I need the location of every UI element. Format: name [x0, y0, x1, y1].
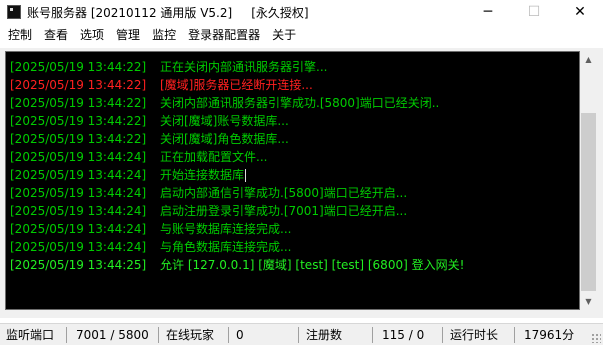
log-timestamp: [2025/05/19 13:44:22] — [10, 114, 147, 128]
log-message: 开始连接数据库 — [160, 166, 247, 184]
log-message: 关闭[魔域]角色数据库... — [160, 132, 289, 146]
maximize-icon: ☐ — [527, 4, 541, 20]
log-message-text: 开始连接数据库 — [160, 168, 245, 182]
log-message: 关闭内部通讯服务器引擎成功.[5800]端口已经关闭.. — [160, 96, 440, 110]
window-controls: ─ ☐ ✕ — [465, 0, 603, 24]
status-divider — [514, 327, 515, 343]
window-title: 账号服务器 [20210112 通用版 V5.2] [永久授权] — [27, 5, 309, 20]
log-line: [2025/05/19 13:44:22] [魔域]服务器已经断开连接... — [6, 76, 579, 94]
status-port-value: 7001 / 5800 — [76, 328, 149, 342]
menu-control[interactable]: 控制 — [8, 24, 32, 46]
log-message: 与角色数据库连接完成... — [160, 240, 292, 254]
status-divider — [158, 327, 159, 343]
status-divider — [66, 327, 67, 343]
menu-login-configurator[interactable]: 登录器配置器 — [188, 24, 260, 46]
minimize-button[interactable]: ─ — [465, 0, 511, 24]
menu-manage[interactable]: 管理 — [116, 24, 140, 46]
status-divider — [298, 327, 299, 343]
status-online-label: 在线玩家 — [166, 328, 215, 342]
scroll-up-arrow-icon: ▲ — [585, 55, 592, 64]
log-line: [2025/05/19 13:44:24] 开始连接数据库 — [6, 166, 579, 184]
status-online-value: 0 — [236, 328, 244, 342]
log-timestamp: [2025/05/19 13:44:24] — [10, 150, 147, 164]
scroll-down-button[interactable]: ▼ — [580, 293, 597, 310]
log-timestamp: [2025/05/19 13:44:24] — [10, 186, 147, 200]
log-timestamp: [2025/05/19 13:44:25] — [10, 258, 147, 272]
log-line: [2025/05/19 13:44:24] 与账号数据库连接完成... — [6, 220, 579, 238]
log-timestamp: [2025/05/19 13:44:24] — [10, 240, 147, 254]
log-message: 与账号数据库连接完成... — [160, 222, 292, 236]
scroll-down-arrow-icon: ▼ — [585, 297, 592, 306]
vertical-scrollbar[interactable]: ▲ ▼ — [580, 51, 597, 310]
minimize-icon: ─ — [483, 4, 493, 20]
log-line: [2025/05/19 13:44:22] 关闭[魔域]账号数据库... — [6, 112, 579, 130]
maximize-button[interactable]: ☐ — [511, 0, 557, 24]
log-timestamp: [2025/05/19 13:44:24] — [10, 204, 147, 218]
log-line: [2025/05/19 13:44:24] 启动内部通信引擎成功.[5800]端… — [6, 184, 579, 202]
status-reg-label: 注册数 — [306, 328, 343, 342]
menu-about[interactable]: 关于 — [272, 24, 296, 46]
log-message: 允许 [127.0.0.1] [魔域] [test] [test] [6800]… — [160, 258, 465, 272]
log-timestamp: [2025/05/19 13:44:22] — [10, 78, 147, 92]
log-message: 启动内部通信引擎成功.[5800]端口已经开启... — [160, 186, 408, 200]
status-bar: 监听端口 7001 / 5800 在线玩家 0 注册数 115 / 0 运行时长… — [0, 323, 603, 345]
resize-grip[interactable] — [591, 333, 601, 343]
menu-bar: 控制 查看 选项 管理 监控 登录器配置器 关于 — [0, 24, 603, 46]
log-line: [2025/05/19 13:44:24] 正在加载配置文件... — [6, 148, 579, 166]
log-message: 启动注册登录引擎成功.[7001]端口已经开启... — [160, 204, 408, 218]
scrollbar-thumb[interactable] — [581, 113, 596, 291]
log-line: [2025/05/19 13:44:24] 与角色数据库连接完成... — [6, 238, 579, 256]
menu-options[interactable]: 选项 — [80, 24, 104, 46]
log-line: [2025/05/19 13:44:22] 关闭内部通讯服务器引擎成功.[580… — [6, 94, 579, 112]
log-message: [魔域]服务器已经断开连接... — [160, 78, 313, 92]
log-timestamp: [2025/05/19 13:44:24] — [10, 168, 147, 182]
log-line: [2025/05/19 13:44:24] 启动注册登录引擎成功.[7001]端… — [6, 202, 579, 220]
log-timestamp: [2025/05/19 13:44:22] — [10, 60, 147, 74]
log-line: [2025/05/19 13:44:25] 允许 [127.0.0.1] [魔域… — [6, 256, 579, 274]
log-output[interactable]: [2025/05/19 13:44:22] 正在关闭内部通讯服务器引擎... [… — [5, 51, 580, 310]
status-divider — [442, 327, 443, 343]
menu-monitor[interactable]: 监控 — [152, 24, 176, 46]
log-timestamp: [2025/05/19 13:44:22] — [10, 96, 147, 110]
log-line: [2025/05/19 13:44:22] 正在关闭内部通讯服务器引擎... — [6, 58, 579, 76]
scroll-up-button[interactable]: ▲ — [580, 51, 597, 68]
log-timestamp: [2025/05/19 13:44:22] — [10, 132, 147, 146]
title-bar[interactable]: 账号服务器 [20210112 通用版 V5.2] [永久授权] ─ ☐ ✕ — [0, 0, 603, 24]
status-reg-value: 115 / 0 — [382, 328, 425, 342]
main-window: 账号服务器 [20210112 通用版 V5.2] [永久授权] ─ ☐ ✕ 控… — [0, 0, 603, 345]
text-cursor — [245, 169, 247, 182]
log-line: [2025/05/19 13:44:22] 关闭[魔域]角色数据库... — [6, 130, 579, 148]
status-divider — [228, 327, 229, 343]
app-icon[interactable] — [7, 5, 21, 19]
close-icon: ✕ — [574, 4, 586, 20]
status-uptime-label: 运行时长 — [450, 328, 499, 342]
status-port-label: 监听端口 — [6, 328, 55, 342]
menu-view[interactable]: 查看 — [44, 24, 68, 46]
log-message: 关闭[魔域]账号数据库... — [160, 114, 289, 128]
log-panel: [2025/05/19 13:44:22] 正在关闭内部通讯服务器引擎... [… — [0, 48, 603, 318]
log-message: 正在关闭内部通讯服务器引擎... — [160, 60, 328, 74]
log-timestamp: [2025/05/19 13:44:24] — [10, 222, 147, 236]
close-button[interactable]: ✕ — [557, 0, 603, 24]
log-message: 正在加载配置文件... — [160, 150, 268, 164]
status-uptime-value: 17961分 — [524, 328, 575, 342]
status-divider — [372, 327, 373, 343]
